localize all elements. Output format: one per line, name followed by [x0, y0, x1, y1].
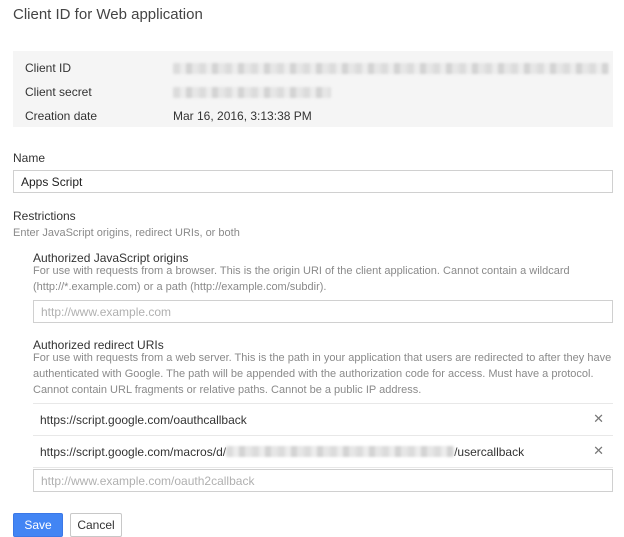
- redirect-uris-help-2: authenticated with Google. The path will…: [33, 368, 594, 380]
- redirect-uri-row: https://script.google.com/oauthcallback …: [33, 403, 613, 435]
- redirect-uri-redacted: [226, 446, 455, 457]
- page-title: Client ID for Web application: [13, 6, 203, 23]
- client-id-value-redacted: [173, 63, 609, 74]
- js-origin-input[interactable]: http://www.example.com: [33, 300, 613, 323]
- client-secret-value-redacted: [173, 87, 331, 98]
- client-id-label: Client ID: [25, 61, 72, 75]
- creation-date-label: Creation date: [25, 109, 98, 123]
- client-secret-label: Client secret: [25, 85, 92, 99]
- redirect-uris-help-3: Cannot contain URL fragments or relative…: [33, 384, 422, 396]
- js-origins-help-1: For use with requests from a browser. Th…: [33, 265, 570, 277]
- js-origins-help-2: (http://*.example.com) or a path (http:/…: [33, 281, 327, 293]
- redirect-uris-help-1: For use with requests from a web server.…: [33, 352, 612, 364]
- redirect-uri-row: https://script.google.com/macros/d/ /use…: [33, 435, 613, 468]
- restrictions-description: Enter JavaScript origins, redirect URIs,…: [13, 227, 240, 239]
- redirect-uri-prefix: https://script.google.com/macros/d/: [40, 444, 227, 459]
- name-input[interactable]: Apps Script: [13, 170, 613, 193]
- restrictions-heading: Restrictions: [13, 209, 76, 223]
- redirect-uri-suffix: /usercallback: [454, 444, 525, 459]
- name-label: Name: [13, 151, 46, 165]
- creation-date-value: Mar 16, 2016, 3:13:38 PM: [173, 109, 312, 123]
- remove-uri-icon[interactable]: ✕: [593, 411, 604, 427]
- remove-uri-icon[interactable]: ✕: [593, 443, 604, 459]
- redirect-uri-text: https://script.google.com/oauthcallback: [40, 412, 247, 427]
- cancel-button[interactable]: Cancel: [70, 513, 122, 537]
- redirect-uri-input[interactable]: http://www.example.com/oauth2callback: [33, 469, 613, 492]
- save-button[interactable]: Save: [13, 513, 63, 537]
- client-info-panel: Client ID Client secret Creation date Ma…: [13, 51, 613, 127]
